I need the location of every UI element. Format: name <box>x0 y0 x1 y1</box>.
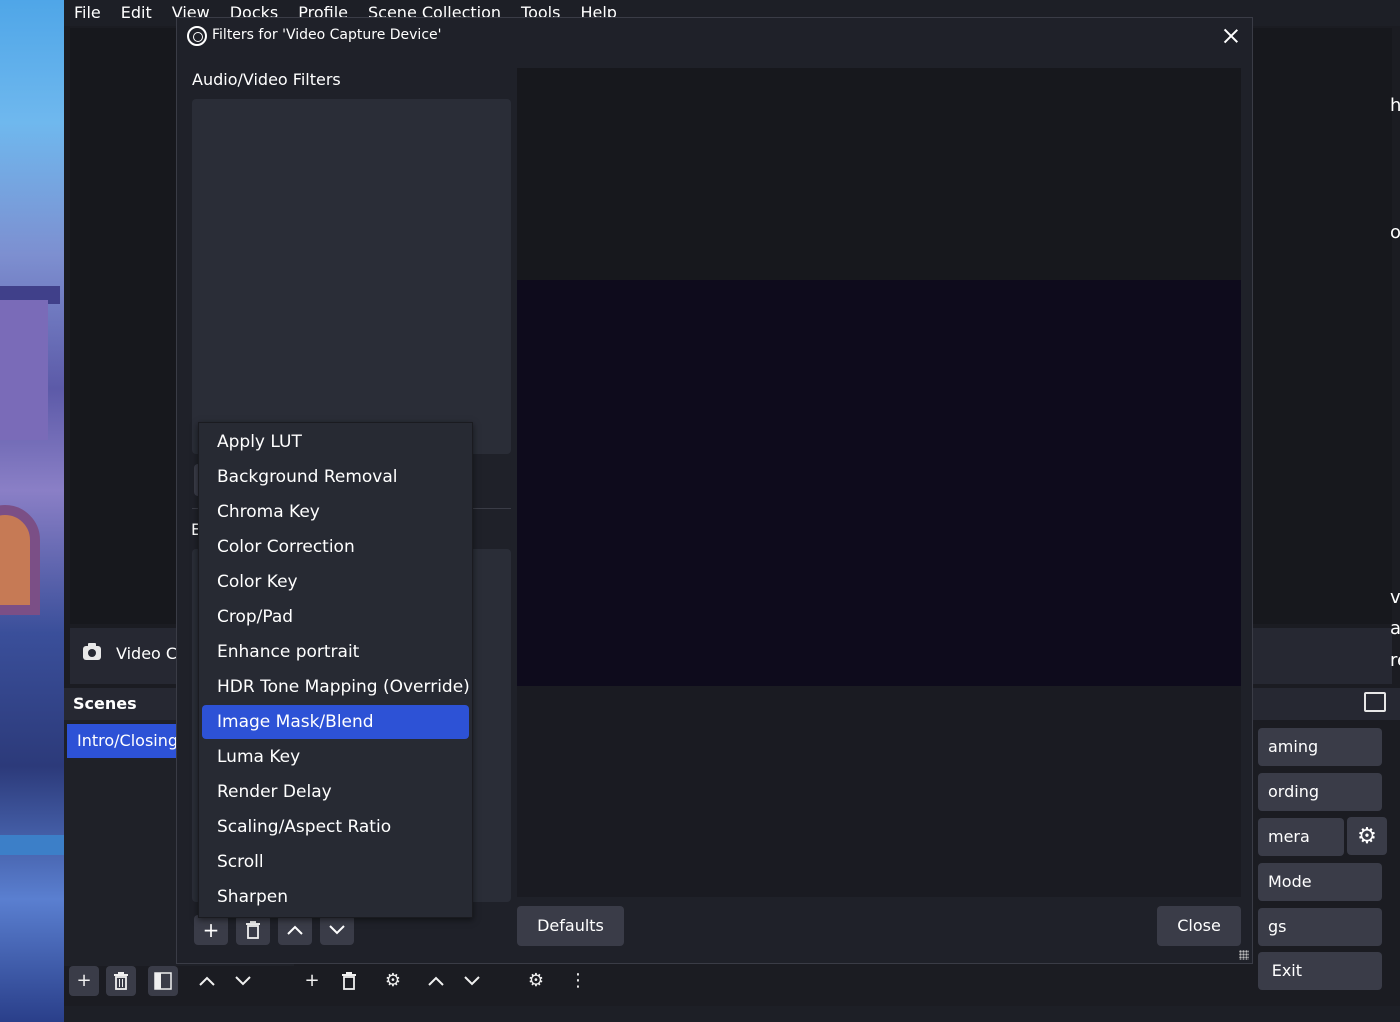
status-bar <box>64 1006 1400 1022</box>
scene-move-up-button[interactable] <box>192 966 222 996</box>
dock-float-icon[interactable] <box>1364 692 1386 712</box>
audio-advanced-button[interactable]: ⚙ <box>521 966 551 996</box>
menu-item-apply-lut[interactable]: Apply LUT <box>202 425 469 459</box>
move-filter-down-button[interactable] <box>320 915 354 945</box>
studio-mode-button[interactable]: Mode <box>1258 863 1382 901</box>
remove-filter-button[interactable] <box>236 915 270 945</box>
plus-icon: + <box>304 970 320 991</box>
exit-button[interactable]: Exit <box>1258 952 1382 990</box>
resize-grip-icon[interactable] <box>1239 950 1249 960</box>
bottom-toolbar: + + ⚙ ⚙ ⋮ <box>64 966 1400 1006</box>
chevron-up-icon <box>199 976 215 986</box>
add-effect-filter-button[interactable]: + <box>194 915 228 945</box>
menu-item-scaling-aspect-ratio[interactable]: Scaling/Aspect Ratio <box>202 810 469 844</box>
menu-item-luma-key[interactable]: Luma Key <box>202 740 469 774</box>
audio-video-filter-list[interactable] <box>192 99 511 454</box>
filter-properties-area <box>517 686 1241 897</box>
menu-item-background-removal[interactable]: Background Removal <box>202 460 469 494</box>
source-properties-button[interactable]: ⚙ <box>378 966 408 996</box>
dialog-titlebar: Filters for 'Video Capture Device' <box>177 18 1252 54</box>
menu-item-hdr-tone-mapping[interactable]: HDR Tone Mapping (Override) <box>202 670 470 704</box>
wallpaper-ledge <box>0 835 64 855</box>
start-streaming-button[interactable]: aming <box>1258 728 1382 766</box>
right-edge-text-1: hi <box>1390 95 1400 116</box>
chevron-down-icon <box>464 976 480 986</box>
right-edge-text-3: ve <box>1390 587 1400 608</box>
chevron-up-icon <box>428 976 444 986</box>
right-edge-text-5: re <box>1390 650 1400 671</box>
chevron-up-icon <box>287 925 303 935</box>
chevron-down-icon <box>329 925 345 935</box>
filter-icon <box>154 972 172 990</box>
trash-icon <box>246 921 260 939</box>
chevron-down-icon <box>235 976 251 986</box>
plus-icon: + <box>76 970 92 991</box>
right-edge-text-4: al <box>1390 618 1400 639</box>
scene-filters-button[interactable] <box>148 966 178 996</box>
audio-menu-button[interactable]: ⋮ <box>563 966 593 996</box>
menu-item-enhance-portrait[interactable]: Enhance portrait <box>202 635 469 669</box>
menu-item-color-correction[interactable]: Color Correction <box>202 530 469 564</box>
gear-icon: ⚙ <box>384 970 402 991</box>
start-virtual-camera-button[interactable]: mera <box>1258 818 1344 856</box>
menu-item-render-delay[interactable]: Render Delay <box>202 775 469 809</box>
move-filter-up-button[interactable] <box>278 915 312 945</box>
video-capture-preview <box>517 280 1241 686</box>
menu-file[interactable]: File <box>64 0 111 26</box>
menu-item-image-mask-blend[interactable]: Image Mask/Blend <box>202 705 469 739</box>
source-move-up-button[interactable] <box>421 966 451 996</box>
dialog-title: Filters for 'Video Capture Device' <box>212 27 442 43</box>
wallpaper-arch <box>0 505 40 615</box>
right-edge-text-2: ok <box>1390 222 1400 243</box>
obs-logo-icon <box>187 26 207 46</box>
menu-item-sharpen[interactable]: Sharpen <box>202 880 469 914</box>
scene-move-down-button[interactable] <box>228 966 258 996</box>
menu-item-color-key[interactable]: Color Key <box>202 565 469 599</box>
wallpaper-tower <box>0 300 48 440</box>
menu-item-crop-pad[interactable]: Crop/Pad <box>202 600 469 634</box>
camera-icon <box>83 643 101 660</box>
desktop-wallpaper <box>0 0 64 1022</box>
filter-preview <box>517 68 1241 897</box>
add-filter-menu: Apply LUT Background Removal Chroma Key … <box>198 422 473 918</box>
trash-icon <box>342 972 356 990</box>
source-move-down-button[interactable] <box>457 966 487 996</box>
controls-dock: aming ording mera ⚙ Mode gs Exit <box>1250 688 1400 990</box>
plus-icon: + <box>202 918 220 942</box>
gear-icon: ⚙ <box>1357 823 1377 849</box>
gear-icon: ⚙ <box>527 970 545 991</box>
audio-video-filters-label: Audio/Video Filters <box>192 70 341 89</box>
menu-item-chroma-key[interactable]: Chroma Key <box>202 495 469 529</box>
add-scene-button[interactable]: + <box>69 966 99 996</box>
menu-edit[interactable]: Edit <box>111 0 162 26</box>
defaults-button[interactable]: Defaults <box>517 906 624 946</box>
remove-scene-button[interactable] <box>106 966 136 996</box>
menu-item-scroll[interactable]: Scroll <box>202 845 469 879</box>
settings-button[interactable]: gs <box>1258 908 1382 946</box>
start-recording-button[interactable]: ording <box>1258 773 1382 811</box>
add-source-button[interactable]: + <box>297 966 327 996</box>
more-vertical-icon: ⋮ <box>569 970 587 991</box>
close-button[interactable]: Close <box>1157 906 1241 946</box>
virtual-camera-settings-button[interactable]: ⚙ <box>1347 817 1387 855</box>
trash-icon <box>114 972 128 990</box>
close-icon[interactable] <box>1219 24 1243 48</box>
remove-source-button[interactable] <box>334 966 364 996</box>
